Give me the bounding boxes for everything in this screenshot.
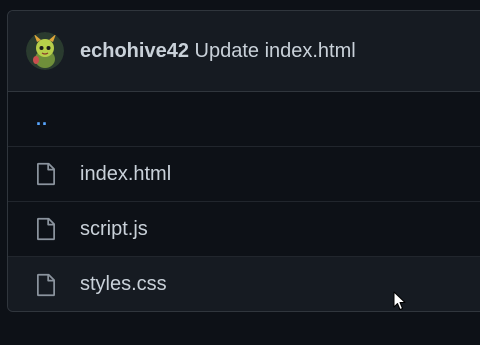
mouse-pointer-icon: [393, 291, 407, 311]
commit-author-link[interactable]: echohive42: [80, 40, 189, 62]
file-link[interactable]: styles.css: [80, 273, 167, 296]
latest-commit-header: echohive42 Update index.html: [8, 11, 480, 92]
file-link[interactable]: script.js: [80, 218, 148, 241]
file-browser: echohive42 Update index.html .. index.ht…: [7, 10, 480, 312]
commit-message-link[interactable]: Update index.html: [195, 40, 356, 62]
avatar[interactable]: [26, 32, 64, 70]
parent-directory-row[interactable]: ..: [8, 92, 480, 147]
file-row[interactable]: styles.css: [8, 257, 480, 311]
file-icon: [33, 272, 59, 298]
file-icon: [33, 161, 59, 187]
commit-summary: echohive42 Update index.html: [80, 40, 356, 63]
file-link[interactable]: index.html: [80, 163, 171, 186]
file-row[interactable]: script.js: [8, 202, 480, 257]
file-icon: [33, 216, 59, 242]
file-row[interactable]: index.html: [8, 147, 480, 202]
parent-directory-link[interactable]: ..: [36, 109, 48, 130]
